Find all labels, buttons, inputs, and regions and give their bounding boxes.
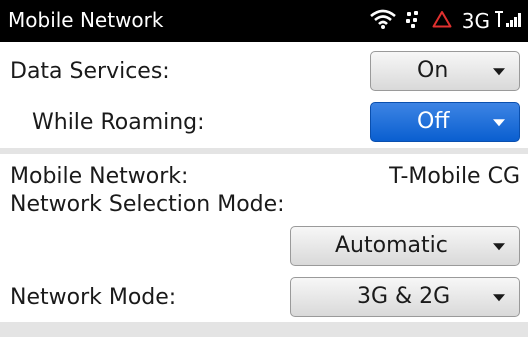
while-roaming-label: While Roaming: (32, 110, 205, 135)
signal-bars-icon (494, 9, 522, 33)
wifi-icon (369, 9, 396, 33)
data-services-dropdown[interactable]: On (370, 51, 520, 91)
network-mode-value: 3G & 2G (357, 284, 451, 309)
chevron-down-icon (493, 68, 505, 76)
network-mode-label: Network Mode: (10, 285, 177, 310)
network-selection-mode-label: Network Selection Mode: (10, 192, 285, 217)
data-services-section: Data Services: On While Roaming: Off (0, 42, 528, 148)
status-icons: 3G (360, 6, 522, 36)
network-selection-mode-value: Automatic (335, 233, 448, 258)
bbm-activity-icon (405, 10, 422, 32)
while-roaming-dropdown[interactable]: Off (370, 102, 520, 142)
network-section: Mobile Network: T-Mobile CG Network Sele… (0, 154, 528, 322)
network-mode-dropdown[interactable]: 3G & 2G (290, 277, 520, 317)
chevron-down-icon (493, 119, 505, 127)
mobile-network-label: Mobile Network: (10, 164, 189, 189)
data-services-label: Data Services: (10, 59, 170, 84)
chevron-down-icon (493, 294, 505, 302)
network-type-label: 3G (461, 9, 490, 33)
data-services-value: On (417, 58, 449, 83)
while-roaming-value: Off (417, 109, 450, 134)
mobile-network-value: T-Mobile CG (389, 164, 520, 189)
bottom-band (0, 322, 528, 337)
alert-triangle-icon (432, 10, 452, 32)
chevron-down-icon (493, 243, 505, 251)
status-bar: Mobile Network 3G (0, 0, 528, 42)
network-selection-mode-dropdown[interactable]: Automatic (290, 226, 520, 266)
screen-title: Mobile Network (8, 8, 164, 32)
